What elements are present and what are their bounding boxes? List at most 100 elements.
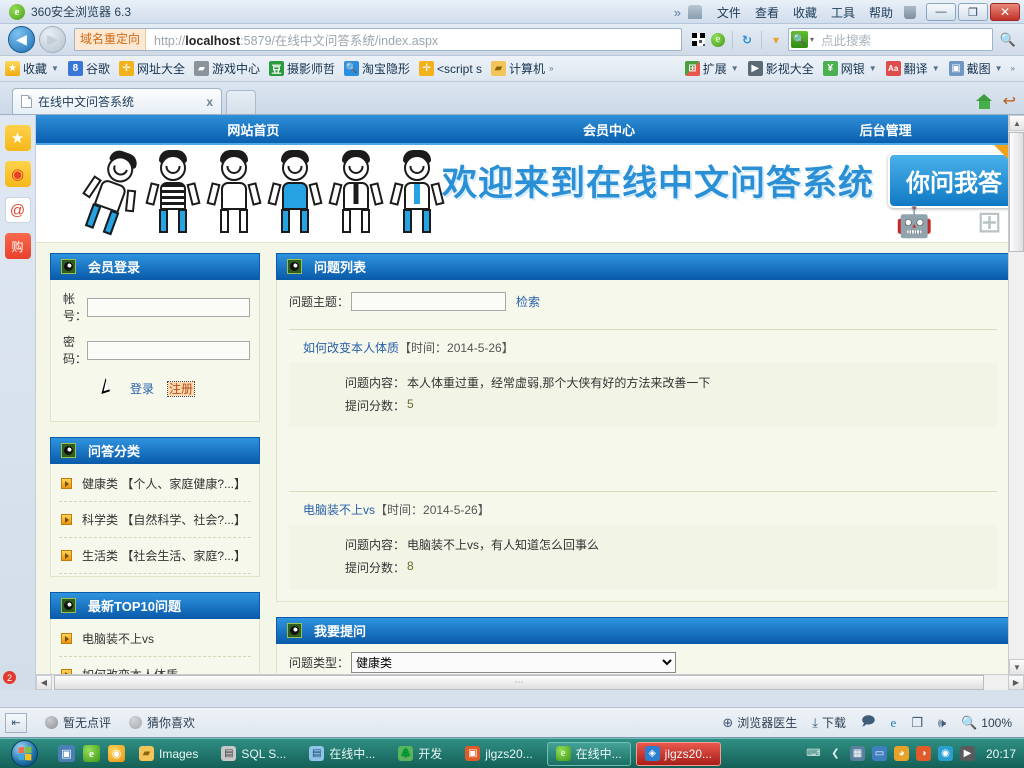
weibo-icon[interactable]: ◉ (4, 161, 31, 187)
chevron-double-right-icon[interactable]: » (674, 5, 681, 20)
qrcode-icon[interactable] (689, 31, 707, 49)
page-vertical-scrollbar[interactable]: ▲ ▼ (1008, 115, 1024, 675)
network-icon[interactable]: ▦ (849, 746, 865, 761)
chevron-down-icon[interactable]: ▼ (869, 64, 877, 73)
ie-icon[interactable]: e (83, 745, 100, 762)
chevron-double-right-icon[interactable]: » (1011, 64, 1015, 73)
bookmark-google[interactable]: 8 谷歌 (67, 60, 110, 77)
360-icon[interactable]: ◉ (108, 745, 125, 762)
taskbar-button-browser[interactable]: e 在线中... (546, 741, 631, 766)
bookmark-computer[interactable]: ▰ 计算机 » (491, 60, 554, 77)
new-tab-icon[interactable] (226, 90, 256, 114)
home-icon[interactable] (975, 93, 993, 109)
list-item[interactable]: 健康类 【个人、家庭健康?...】 (59, 466, 251, 502)
toolbar-extensions[interactable]: ⊞ 扩展 ▼ (684, 60, 739, 77)
taskbar-button-dev[interactable]: 🌲 开发 (389, 742, 451, 766)
search-icon[interactable]: 🔍 (791, 31, 808, 48)
star-favorites-icon[interactable]: ★ (4, 125, 31, 151)
close-icon[interactable]: x (188, 95, 213, 109)
ie-mode-icon[interactable]: e (890, 715, 896, 731)
zoom-control[interactable]: 🔍 100% (961, 715, 1012, 731)
tab-active[interactable]: 在线中文问答系统 x (12, 88, 222, 114)
register-link[interactable]: 注册 (166, 381, 196, 397)
back-arrow-icon[interactable]: ◀ (8, 26, 35, 53)
comment-status[interactable]: 暂无点评 (45, 714, 111, 731)
fox-icon[interactable]: ◑ (915, 746, 931, 761)
toolbar-video[interactable]: ▶ 影视大全 (747, 60, 814, 77)
scroll-down-icon[interactable]: ▼ (1009, 659, 1024, 675)
scroll-thumb[interactable]: ⋯ (54, 675, 984, 690)
bookmark-nav-site[interactable]: ✛ 网址大全 (118, 60, 185, 77)
nav-admin[interactable]: 后台管理 (747, 120, 1024, 139)
minimize-button[interactable]: — (926, 3, 956, 21)
shopping-icon[interactable]: 购 (4, 233, 31, 259)
notification-badge[interactable]: 2 (3, 671, 16, 684)
browser-doctor-button[interactable]: ⊕ 浏览器医生 (722, 714, 797, 731)
volume-icon[interactable]: 🕪 (938, 715, 946, 731)
question-type-select[interactable]: 健康类 (351, 652, 676, 673)
toolbar-translate[interactable]: Aa 翻译 ▼ (885, 60, 940, 77)
question-search-input[interactable] (351, 292, 507, 311)
search-submit-link[interactable]: 检索 (516, 293, 540, 310)
qq-icon[interactable]: ◕ (893, 746, 909, 761)
toolbar-screenshot[interactable]: ▣ 截图 ▼ » (948, 60, 1015, 77)
taskbar-button-jlgzs-1[interactable]: ▣ jlgzs20... (456, 742, 541, 766)
account-input[interactable] (87, 297, 250, 317)
question-title-link[interactable]: 如何改变本人体质 (303, 341, 399, 355)
search-input[interactable]: 🔍 ▾ 点此搜索 (788, 28, 993, 51)
360-shield-icon[interactable]: ◉ (937, 746, 953, 761)
chevron-down-icon[interactable]: ▾ (810, 35, 814, 44)
scroll-right-icon[interactable]: ▶ (1008, 675, 1024, 690)
user-account-icon[interactable] (687, 5, 702, 19)
taskbar-button-vs-project[interactable]: ▤ 在线中... (300, 742, 384, 766)
scroll-thumb[interactable] (1009, 132, 1024, 252)
show-desktop-icon[interactable]: ▣ (58, 745, 75, 762)
taskbar-button-jlgzs-2[interactable]: ◈ jlgzs20... (635, 741, 722, 766)
taskbar-button-images[interactable]: ▰ Images (130, 742, 207, 766)
close-button[interactable]: ✕ (990, 3, 1020, 21)
window-split-icon[interactable]: ❐ (911, 715, 923, 731)
comment-icon[interactable]: 🗩 (861, 712, 875, 734)
taskbar-button-sql-server[interactable]: ▤ SQL S... (212, 742, 295, 766)
media-icon[interactable]: ▶ (959, 746, 975, 761)
chevron-down-icon[interactable]: ▼ (51, 64, 59, 73)
magnifier-icon[interactable]: 🔍 (996, 32, 1020, 48)
chevron-down-icon[interactable]: ▼ (731, 64, 739, 73)
collapse-panel-icon[interactable]: ⇤ (5, 712, 27, 733)
bookmark-taobao[interactable]: 🔍 淘宝隐形 (344, 60, 410, 77)
recommend-status[interactable]: 猜你喜欢 (129, 714, 195, 731)
chevron-down-icon[interactable]: ▾ (767, 31, 785, 49)
trash-icon[interactable] (904, 5, 916, 19)
scroll-up-icon[interactable]: ▲ (1009, 115, 1024, 131)
chevron-down-icon[interactable]: ▼ (932, 64, 940, 73)
keyboard-icon[interactable]: ⌨ (806, 746, 821, 761)
restore-button[interactable]: ❐ (958, 3, 988, 21)
forward-arrow-icon[interactable]: ▶ (39, 26, 66, 53)
list-item[interactable]: 电脑装不上vs (59, 621, 251, 657)
bookmark-script[interactable]: ✛ <script s (419, 61, 482, 76)
chevron-left-icon[interactable]: ❮ (828, 746, 843, 761)
nav-home[interactable]: 网站首页 (36, 120, 471, 139)
undo-close-tab-icon[interactable]: ↩ (1003, 91, 1016, 111)
login-link[interactable]: 登录 (130, 382, 154, 396)
taskbar-clock[interactable]: 20:17 (986, 747, 1016, 761)
password-input[interactable] (87, 340, 250, 360)
menu-tools[interactable]: 工具 (824, 4, 862, 21)
question-title-link[interactable]: 电脑装不上vs (303, 503, 375, 517)
list-item[interactable]: 生活类 【社会生活、家庭?...】 (59, 538, 251, 574)
nav-member-center[interactable]: 会员中心 (471, 120, 748, 139)
windows-start-icon[interactable] (2, 740, 46, 768)
refresh-icon[interactable]: ↻ (738, 31, 756, 49)
page-horizontal-scrollbar[interactable]: ◀ ⋯ ▶ (36, 674, 1024, 690)
menu-favorites[interactable]: 收藏 (786, 4, 824, 21)
bookmark-game-center[interactable]: ▰ 游戏中心 (193, 60, 260, 77)
url-input[interactable]: 域名重定向 http://localhost:5879/在线中文问答系统/ind… (74, 28, 682, 51)
chevron-down-icon[interactable]: ▼ (995, 64, 1003, 73)
toolbar-bank[interactable]: ¥ 网银 ▼ (822, 60, 877, 77)
menu-view[interactable]: 查看 (748, 4, 786, 21)
monitor-icon[interactable]: ▭ (871, 746, 887, 761)
list-item[interactable]: 科学类 【自然科学、社会?...】 (59, 502, 251, 538)
menu-file[interactable]: 文件 (710, 4, 748, 21)
bookmark-douban[interactable]: 豆 摄影师哲 (268, 60, 335, 77)
bookmark-favorites[interactable]: ★ 收藏 ▼ (5, 60, 59, 77)
